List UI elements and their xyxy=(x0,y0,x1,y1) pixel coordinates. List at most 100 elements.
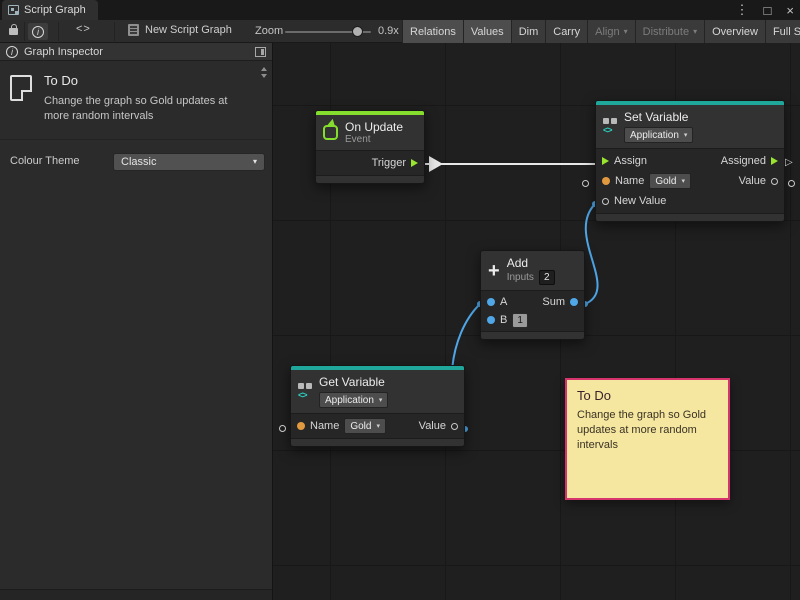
colour-theme-row: Colour Theme Classic ▾ xyxy=(0,152,272,172)
sum-port-label: Sum xyxy=(542,296,565,308)
name-input-port[interactable] xyxy=(602,177,610,185)
external-port-icon[interactable] xyxy=(788,180,795,187)
chevron-down-icon: ▾ xyxy=(693,27,697,36)
tab-script-graph[interactable]: Script Graph xyxy=(2,0,98,20)
assign-input-port[interactable] xyxy=(602,157,609,165)
wire-arrow-icon xyxy=(429,156,443,172)
zoom-slider-thumb[interactable] xyxy=(352,26,363,37)
external-flow-port-icon[interactable]: ▷ xyxy=(785,158,793,168)
b-port-row: B 1 xyxy=(481,311,584,329)
colour-theme-dropdown[interactable]: Classic ▾ xyxy=(113,153,265,171)
graph-name-label: New Script Graph xyxy=(145,24,232,36)
assigned-output-port[interactable] xyxy=(771,157,778,165)
node-set-variable[interactable]: <> Set Variable Application ▾ Assign Ass… xyxy=(595,100,785,222)
node-footer xyxy=(316,175,424,183)
info-icon: i xyxy=(6,46,18,58)
scroll-down-icon[interactable] xyxy=(261,74,267,78)
variable-name-dropdown[interactable]: Gold ▾ xyxy=(649,173,691,189)
carry-button[interactable]: Carry xyxy=(545,20,587,43)
tab-bar: Script Graph ⋮ □ × xyxy=(0,0,800,20)
value-output-port[interactable] xyxy=(451,423,458,430)
name-input-port[interactable] xyxy=(297,422,305,430)
script-asset-icon xyxy=(128,24,139,36)
align-button[interactable]: Align▾ xyxy=(587,20,634,43)
node-title: Add xyxy=(507,256,555,270)
fullscreen-button[interactable]: Full S xyxy=(765,20,800,43)
sticky-note[interactable]: To Do Change the graph so Gold updates a… xyxy=(565,378,730,500)
variable-scope-dropdown[interactable]: Application ▾ xyxy=(624,127,693,143)
unity-window: Script Graph ⋮ □ × i <> New Script Graph… xyxy=(0,0,800,600)
maximize-icon[interactable]: □ xyxy=(764,3,772,18)
new-value-port-label: New Value xyxy=(614,195,666,207)
variable-icon: <> xyxy=(603,118,617,135)
scroll-spinner[interactable] xyxy=(261,67,267,78)
values-button[interactable]: Values xyxy=(463,20,511,43)
close-icon[interactable]: × xyxy=(786,3,794,18)
node-footer xyxy=(481,331,584,339)
zoom-label: Zoom xyxy=(255,25,283,37)
graph-toolbar: i <> New Script Graph Zoom 0.9x Relation… xyxy=(0,20,800,43)
toolbar-separator xyxy=(114,22,115,41)
variable-name-dropdown[interactable]: Gold ▾ xyxy=(344,418,386,434)
graph-canvas[interactable]: On Update Event Trigger <> xyxy=(273,43,800,600)
sticky-note-icon xyxy=(10,75,32,101)
overview-button[interactable]: Overview xyxy=(704,20,765,43)
lock-icon[interactable] xyxy=(9,28,18,35)
node-get-variable[interactable]: <> Get Variable Application ▾ Name Gold xyxy=(290,365,465,447)
zoom-value: 0.9x xyxy=(378,25,399,37)
external-port-icon[interactable] xyxy=(279,425,286,432)
a-input-port[interactable] xyxy=(487,298,495,306)
todo-title: To Do xyxy=(44,73,249,88)
name-port-row: Name Gold ▾ Value xyxy=(291,416,464,436)
todo-text: Change the graph so Gold updates at more… xyxy=(44,94,249,125)
assign-port-row: Assign Assigned xyxy=(596,151,784,171)
name-port-label: Name xyxy=(615,175,644,187)
a-port-row: A Sum xyxy=(481,293,584,311)
trigger-output-port[interactable] xyxy=(411,159,418,167)
inspector-footer xyxy=(0,589,272,600)
todo-summary: To Do Change the graph so Gold updates a… xyxy=(0,61,272,140)
inspector-toggle-button[interactable]: i xyxy=(28,23,48,40)
b-input-port[interactable] xyxy=(487,316,495,324)
node-footer xyxy=(291,438,464,446)
variable-scope-dropdown[interactable]: Application ▾ xyxy=(319,392,388,408)
b-value-field[interactable]: 1 xyxy=(512,313,528,328)
value-output-port[interactable] xyxy=(771,178,778,185)
value-port-label: Value xyxy=(739,175,766,187)
distribute-button[interactable]: Distribute▾ xyxy=(635,20,704,43)
value-port-label: Value xyxy=(419,420,446,432)
update-loop-icon xyxy=(323,125,338,140)
chevron-down-icon: ▾ xyxy=(681,177,685,185)
graph-name: New Script Graph xyxy=(128,24,232,36)
relations-button[interactable]: Relations xyxy=(402,20,463,43)
name-port-label: Name xyxy=(310,420,339,432)
add-icon: + xyxy=(488,261,500,281)
inputs-label: Inputs xyxy=(507,272,534,283)
node-footer xyxy=(596,213,784,221)
name-port-row: Name Gold ▾ Value xyxy=(596,171,784,191)
sum-output-port[interactable] xyxy=(570,298,578,306)
node-title: On Update xyxy=(345,120,403,134)
node-add[interactable]: + Add Inputs 2 A Sum xyxy=(480,250,585,340)
trigger-port-label: Trigger xyxy=(372,157,406,169)
assign-port-label: Assign xyxy=(614,155,647,167)
sticky-note-text: Change the graph so Gold updates at more… xyxy=(577,408,718,453)
external-port-icon[interactable] xyxy=(582,180,589,187)
window-controls: ⋮ □ × xyxy=(736,0,794,20)
node-subtitle: Event xyxy=(345,134,403,145)
node-on-update[interactable]: On Update Event Trigger xyxy=(315,110,425,184)
toolbar-buttons: Relations Values Dim Carry Align▾ Distri… xyxy=(402,20,800,43)
sticky-note-title: To Do xyxy=(577,388,718,403)
menu-icon[interactable]: ⋮ xyxy=(736,2,749,18)
node-title: Set Variable xyxy=(624,110,693,124)
scroll-up-icon[interactable] xyxy=(261,67,267,71)
assigned-port-label: Assigned xyxy=(721,155,766,167)
dim-button[interactable]: Dim xyxy=(511,20,546,43)
tab-title: Script Graph xyxy=(24,4,86,16)
node-title: Get Variable xyxy=(319,375,388,389)
dock-panel-icon[interactable] xyxy=(255,47,266,57)
new-value-input-port[interactable] xyxy=(602,198,609,205)
inputs-count-field[interactable]: 2 xyxy=(539,270,555,285)
colour-theme-label: Colour Theme xyxy=(10,155,80,167)
code-icon[interactable]: <> xyxy=(76,23,91,35)
